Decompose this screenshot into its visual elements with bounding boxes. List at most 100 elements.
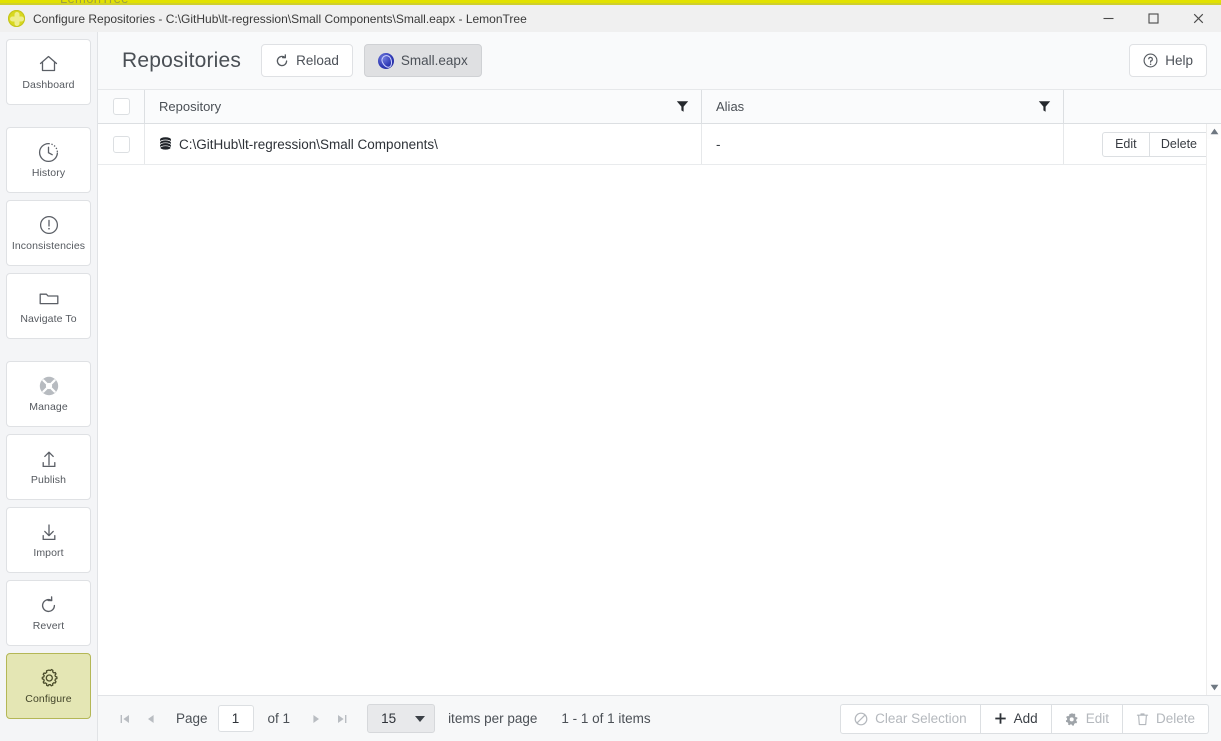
row-alias-cell: -: [702, 124, 1064, 164]
help-label: Help: [1165, 53, 1193, 68]
repository-path: C:\GitHub\lt-regression\Small Components…: [179, 136, 438, 152]
table-header-row: Repository Alias: [98, 90, 1221, 124]
row-delete-button[interactable]: Delete: [1149, 131, 1209, 157]
column-header-actions: [1064, 90, 1221, 123]
row-repository-cell: C:\GitHub\lt-regression\Small Components…: [145, 124, 702, 164]
upload-icon: [38, 448, 60, 470]
trash-icon: [1136, 712, 1149, 726]
window-title: Configure Repositories - C:\GitHub\lt-re…: [33, 11, 527, 26]
sidebar-item-manage[interactable]: Manage: [6, 361, 91, 427]
footer-action-buttons: Clear Selection Add Edit Delete: [840, 703, 1209, 734]
items-per-page-value: 15: [381, 711, 397, 726]
first-page-button[interactable]: [112, 706, 138, 732]
add-button[interactable]: Add: [980, 703, 1052, 734]
add-label: Add: [1013, 711, 1038, 726]
clear-selection-label: Clear Selection: [875, 711, 967, 726]
home-icon: [38, 53, 60, 75]
column-header-alias[interactable]: Alias: [702, 90, 1064, 123]
page-title: Repositories: [122, 48, 242, 72]
gear-icon: [1065, 712, 1079, 726]
window-controls: [1086, 4, 1221, 33]
sidebar-item-publish[interactable]: Publish: [6, 434, 91, 500]
page-number-input[interactable]: [217, 705, 254, 732]
row-actions-group: Edit Delete: [1101, 131, 1209, 157]
close-icon[interactable]: [1176, 4, 1221, 33]
clock-icon: [38, 141, 60, 163]
page-total-label: of 1: [267, 711, 291, 726]
clear-selection-button[interactable]: Clear Selection: [840, 703, 981, 734]
sidebar-item-label: Import: [33, 547, 64, 560]
minimize-icon[interactable]: [1086, 4, 1131, 33]
table-row[interactable]: C:\GitHub\lt-regression\Small Components…: [98, 124, 1221, 165]
database-icon: [159, 136, 172, 152]
title-bar-left: Configure Repositories - C:\GitHub\lt-re…: [0, 10, 1086, 27]
sidebar-item-configure[interactable]: Configure: [6, 653, 91, 719]
app-window: LemonTree Configure Repositories - C:\Gi…: [0, 0, 1221, 741]
filter-icon[interactable]: [1038, 100, 1051, 113]
main-content: Repositories Reload Small.eapx Help Repo…: [98, 32, 1221, 741]
folder-icon: [38, 287, 60, 309]
help-icon: [1143, 53, 1158, 68]
row-edit-button[interactable]: Edit: [1101, 131, 1150, 157]
previous-page-button[interactable]: [138, 706, 164, 732]
page-header: Repositories Reload Small.eapx Help: [98, 32, 1221, 90]
vertical-scrollbar[interactable]: [1206, 124, 1221, 695]
download-icon: [38, 521, 60, 543]
column-header-label: Alias: [716, 99, 745, 114]
column-header-label: Repository: [159, 99, 222, 114]
scroll-down-arrow-icon[interactable]: [1207, 680, 1221, 695]
last-page-button[interactable]: [329, 706, 355, 732]
enterprise-architect-icon: [377, 52, 394, 69]
title-bar: Configure Repositories - C:\GitHub\lt-re…: [0, 3, 1221, 32]
scroll-up-arrow-icon[interactable]: [1207, 124, 1221, 139]
select-all-checkbox[interactable]: [112, 98, 130, 115]
sidebar-item-label: Publish: [30, 474, 67, 487]
filter-icon[interactable]: [676, 100, 689, 113]
sidebar-item-label: Dashboard: [22, 79, 75, 92]
sidebar-item-label: Inconsistencies: [11, 240, 86, 253]
revert-icon: [38, 594, 60, 616]
sidebar-item-label: Manage: [29, 401, 68, 414]
row-actions-cell: Edit Delete: [1064, 124, 1221, 164]
edit-label: Edit: [1085, 711, 1109, 726]
row-checkbox[interactable]: [112, 135, 130, 153]
sidebar-item-label: Revert: [32, 620, 65, 633]
items-per-page-label: items per page: [448, 711, 538, 726]
repositories-table: Repository Alias C:\GitHub\lt-regression…: [98, 90, 1221, 695]
column-header-repository[interactable]: Repository: [145, 90, 702, 123]
lemontree-icon: [8, 10, 25, 27]
sidebar-item-navigate-to[interactable]: Navigate To: [6, 273, 91, 339]
sidebar-item-history[interactable]: History: [6, 127, 91, 193]
select-all-header-cell[interactable]: [98, 90, 145, 123]
sidebar-item-revert[interactable]: Revert: [6, 580, 91, 646]
row-select-cell[interactable]: [98, 124, 145, 164]
item-range-label: 1 - 1 of 1 items: [561, 711, 651, 726]
edit-button[interactable]: Edit: [1051, 703, 1123, 734]
delete-label: Delete: [1155, 711, 1195, 726]
page-label: Page: [176, 711, 208, 726]
table-body: C:\GitHub\lt-regression\Small Components…: [98, 124, 1221, 695]
sidebar-item-label: Navigate To: [20, 313, 77, 326]
gear-icon: [38, 667, 60, 689]
clear-selection-icon: [854, 712, 868, 726]
plus-icon: [994, 712, 1007, 725]
sidebar-item-inconsistencies[interactable]: Inconsistencies: [6, 200, 91, 266]
sidebar-item-label: Configure: [25, 693, 72, 706]
scrollbar-track[interactable]: [1207, 139, 1221, 680]
reload-label: Reload: [296, 53, 339, 68]
next-page-button[interactable]: [303, 706, 329, 732]
reload-button[interactable]: Reload: [261, 44, 353, 77]
sidebar-item-label: History: [31, 167, 66, 180]
chevron-down-icon: [415, 715, 426, 722]
model-file-label: Small.eapx: [400, 53, 468, 68]
sidebar: Dashboard History Inconsistencies Naviga…: [0, 32, 98, 741]
refresh-icon: [275, 53, 289, 68]
delete-button[interactable]: Delete: [1122, 703, 1209, 734]
items-per-page-select[interactable]: 15: [367, 704, 436, 733]
sidebar-item-dashboard[interactable]: Dashboard: [6, 39, 91, 105]
help-button[interactable]: Help: [1129, 44, 1207, 77]
maximize-icon[interactable]: [1131, 4, 1176, 33]
model-file-button[interactable]: Small.eapx: [363, 44, 482, 77]
sidebar-item-import[interactable]: Import: [6, 507, 91, 573]
manage-icon: [38, 375, 60, 397]
